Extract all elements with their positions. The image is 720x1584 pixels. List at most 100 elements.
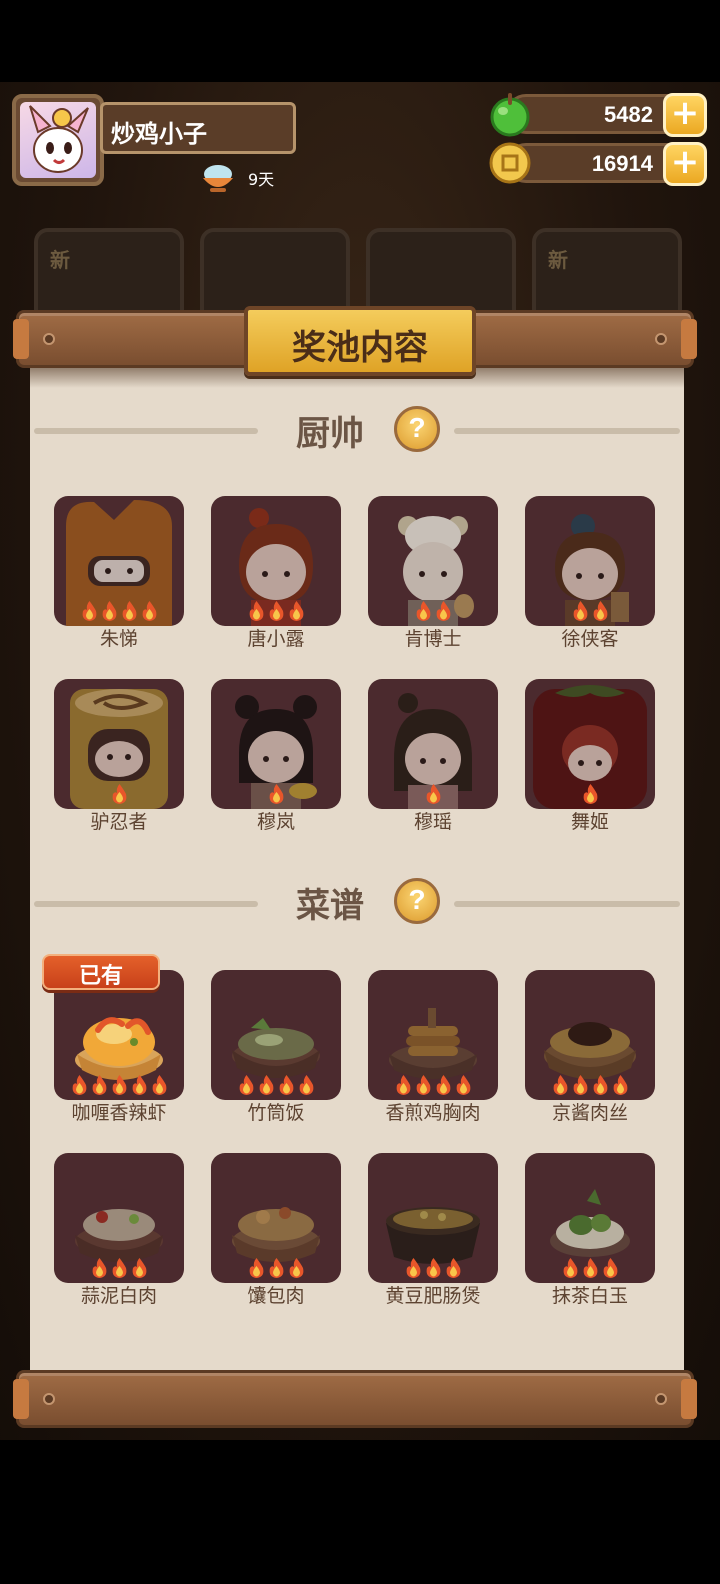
flame-star-icon	[583, 1258, 597, 1278]
star-rating	[368, 1074, 498, 1096]
days-value: 9天	[248, 170, 275, 189]
star-rating	[54, 783, 184, 805]
board-nail	[43, 333, 55, 345]
flame-star-icon	[406, 1258, 420, 1278]
star-rating	[54, 1257, 184, 1279]
board-cap	[681, 1379, 697, 1419]
chef-section-title: 厨帅	[296, 414, 364, 454]
board-nail	[655, 333, 667, 345]
board-cap	[13, 319, 29, 359]
player-avatar[interactable]	[12, 94, 104, 186]
flame-star-icon	[289, 1258, 303, 1278]
star-rating	[368, 1257, 498, 1279]
player-name-plate: 炒鸡小子	[100, 102, 296, 154]
star-rating	[368, 600, 498, 622]
flame-star-icon	[416, 1075, 430, 1095]
star-rating	[54, 1074, 184, 1096]
recipe-help-button[interactable]: ?	[394, 878, 440, 924]
recipe-section-title: 菜谱	[296, 886, 364, 926]
flame-star-icon	[299, 1075, 313, 1095]
flame-star-icon	[426, 784, 440, 804]
flame-star-icon	[239, 1075, 253, 1095]
flame-star-icon	[613, 1075, 627, 1095]
chef-name: 唐小露	[247, 628, 305, 650]
flame-star-icon	[249, 601, 263, 621]
new-label: 新	[548, 250, 568, 272]
flame-star-icon	[72, 1075, 86, 1095]
coin-value: 16914	[591, 151, 653, 176]
owned-badge: 已有	[42, 954, 160, 990]
section-divider	[454, 428, 680, 434]
chef-name: 舞姬	[570, 811, 609, 833]
coin-bar: 16914 +	[489, 142, 707, 186]
add-coin-button[interactable]: +	[663, 142, 707, 186]
flame-star-icon	[249, 1258, 263, 1278]
section-divider	[34, 428, 258, 434]
chef-name: 肯博士	[404, 628, 462, 650]
recipe-name: 香煎鸡胸肉	[385, 1102, 481, 1124]
flame-star-icon	[396, 1075, 410, 1095]
flame-star-icon	[573, 1075, 587, 1095]
flame-star-icon	[553, 1075, 567, 1095]
star-rating	[525, 1074, 655, 1096]
board-cap	[681, 319, 697, 359]
board-nail	[655, 1393, 667, 1405]
flame-star-icon	[112, 784, 126, 804]
chef-name: 穆岚	[256, 811, 295, 833]
flame-star-icon	[132, 1258, 146, 1278]
flame-star-icon	[102, 601, 116, 621]
flame-star-icon	[142, 601, 156, 621]
rice-bowl-icon	[203, 165, 233, 192]
recipe-name: 抹茶白玉	[551, 1285, 628, 1307]
flame-star-icon	[416, 601, 430, 621]
flame-star-icon	[122, 601, 136, 621]
chef-name: 驴忍者	[90, 811, 148, 833]
board-nail	[43, 1393, 55, 1405]
flame-star-icon	[426, 1258, 440, 1278]
owned-label: 已有	[78, 964, 123, 989]
new-label: 新	[50, 250, 70, 272]
coin-icon	[489, 142, 531, 184]
star-rating	[211, 1074, 341, 1096]
recipe-name: 竹筒饭	[247, 1102, 305, 1124]
flame-star-icon	[289, 601, 303, 621]
green-currency-value: 5482	[604, 102, 653, 127]
flame-star-icon	[152, 1075, 166, 1095]
chef-name: 徐侠客	[561, 628, 619, 650]
player-name: 炒鸡小子	[111, 120, 207, 148]
chef-help-button[interactable]: ?	[394, 406, 440, 452]
recipe-name: 馕包肉	[247, 1285, 305, 1307]
flame-star-icon	[593, 1075, 607, 1095]
star-rating	[525, 783, 655, 805]
flame-star-icon	[436, 601, 450, 621]
green-currency-bar: 5482 +	[490, 93, 707, 137]
flame-star-icon	[132, 1075, 146, 1095]
flame-star-icon	[112, 1258, 126, 1278]
flame-star-icon	[593, 601, 607, 621]
board-cap	[13, 1379, 29, 1419]
flame-star-icon	[259, 1075, 273, 1095]
days-counter: 9天	[200, 160, 274, 196]
bottom-black-area	[0, 1440, 720, 1584]
chef-name: 朱悌	[99, 628, 138, 650]
flame-star-icon	[269, 601, 283, 621]
popup-title-plate: 奖池内容	[244, 306, 476, 376]
section-divider	[34, 901, 258, 907]
flame-star-icon	[112, 1075, 126, 1095]
popup-bottom-board	[13, 1370, 697, 1428]
flame-star-icon	[279, 1075, 293, 1095]
flame-star-icon	[269, 1258, 283, 1278]
recipe-name: 京酱肉丝	[551, 1102, 628, 1124]
star-rating	[368, 783, 498, 805]
add-green-currency-button[interactable]: +	[663, 93, 707, 137]
flame-star-icon	[573, 601, 587, 621]
section-divider	[454, 901, 680, 907]
flame-star-icon	[603, 1258, 617, 1278]
flame-star-icon	[563, 1258, 577, 1278]
recipe-name: 咖喱香辣虾	[71, 1102, 167, 1124]
flame-star-icon	[583, 784, 597, 804]
star-rating	[525, 600, 655, 622]
flame-star-icon	[269, 784, 283, 804]
flame-star-icon	[436, 1075, 450, 1095]
star-rating	[211, 600, 341, 622]
